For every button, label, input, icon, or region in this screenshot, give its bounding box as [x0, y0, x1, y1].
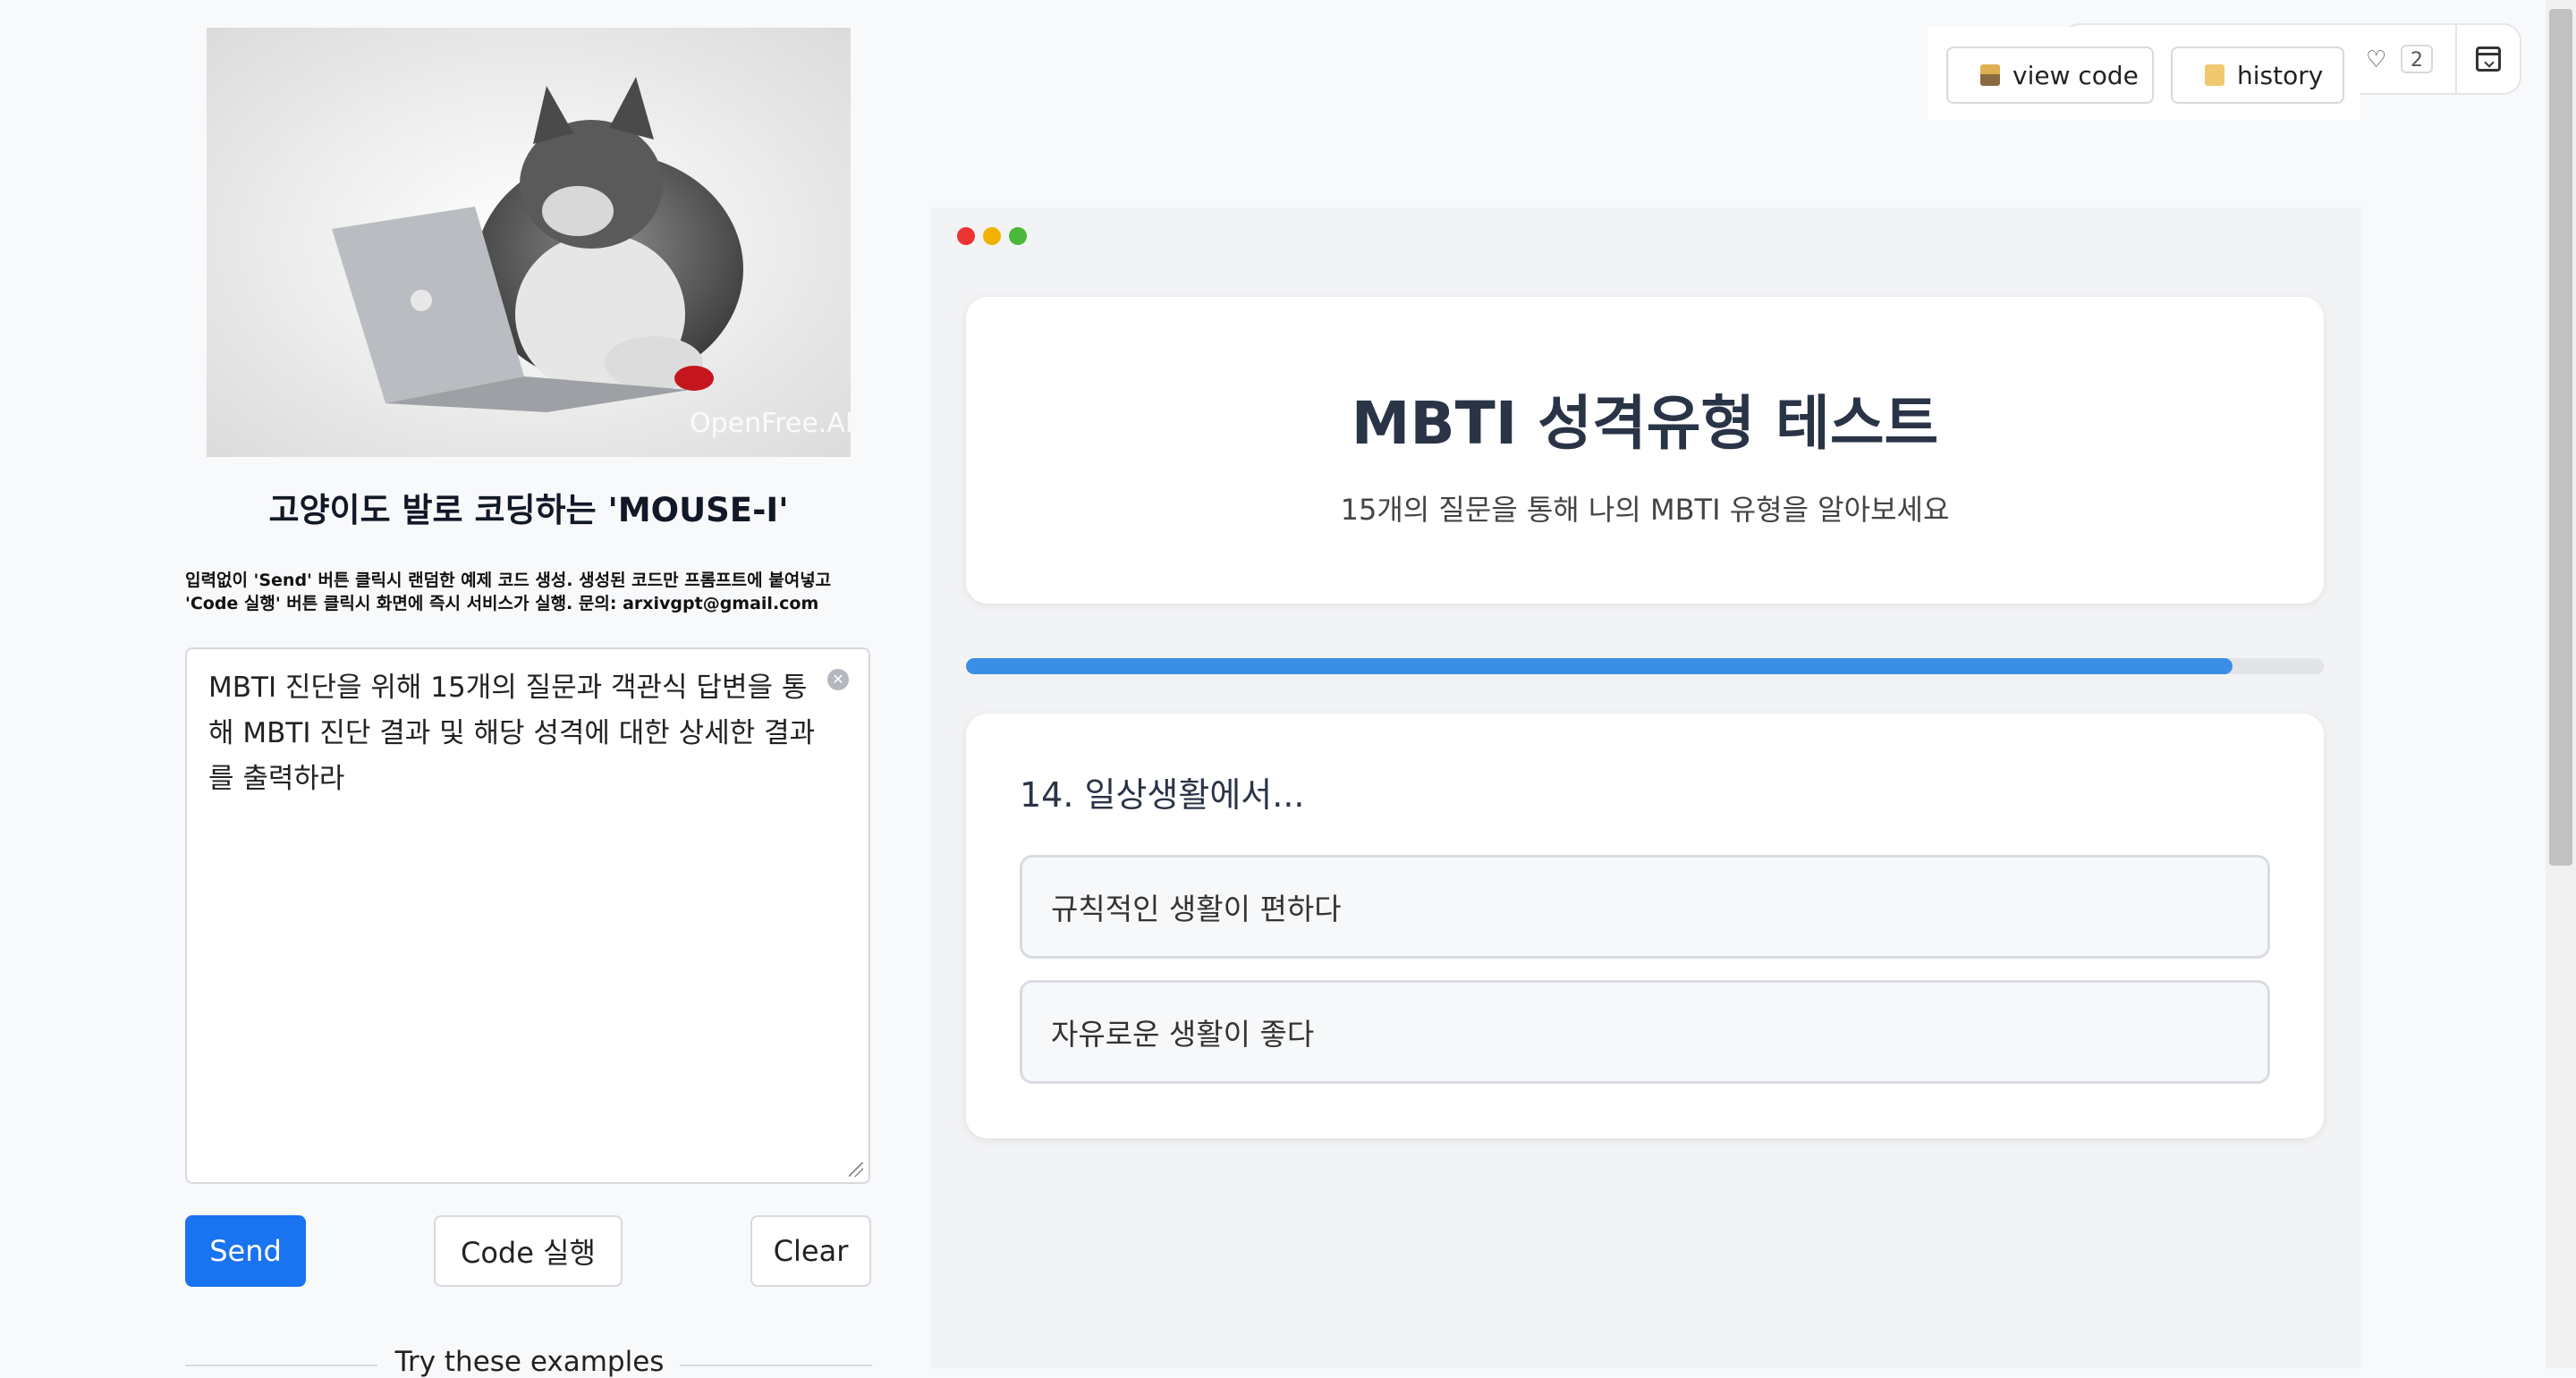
prompt-text[interactable]: MBTI 진단을 위해 15개의 질문과 객관식 답변을 통해 MBTI 진단 …	[208, 665, 826, 802]
clear-button[interactable]: Clear	[750, 1215, 871, 1287]
app-title: 고양이도 발로 코딩하는 'MOUSE-I'	[268, 491, 789, 529]
clear-input-icon[interactable]: ✕	[827, 669, 849, 690]
answer-option[interactable]: 규칙적인 생활이 편하다	[1020, 855, 2270, 959]
history-label: history	[2237, 60, 2324, 90]
test-subtitle: 15개의 질문을 통해 나의 MBTI 유형을 알아보세요	[1340, 493, 1950, 527]
view-code-label: view code	[2012, 60, 2139, 90]
window-minimize-dot	[983, 227, 1001, 245]
question-text: 14. 일상생활에서...	[1020, 775, 1305, 815]
history-button[interactable]: history	[2171, 46, 2344, 104]
scrollbar-thumb[interactable]	[2549, 9, 2572, 866]
run-code-button[interactable]: Code 실행	[434, 1215, 623, 1287]
question-card: 14. 일상생활에서... 규칙적인 생활이 편하다 자유로운 생활이 좋다	[966, 714, 2324, 1138]
window-close-dot	[957, 227, 975, 245]
watermark-text: OpenFree.AI	[690, 408, 851, 439]
test-title: MBTI 성격유형 테스트	[1351, 389, 1939, 458]
answer-option[interactable]: 자유로운 생활이 좋다	[1020, 980, 2270, 1084]
view-code-button[interactable]: view code	[1946, 46, 2154, 104]
app-description: 입력없이 'Send' 버튼 클릭시 랜덤한 예제 코드 생성. 생성된 코드만…	[185, 571, 832, 613]
collapse-icon[interactable]	[2476, 46, 2501, 72]
hero-image: OpenFree.AI	[207, 28, 851, 457]
like-count: 2	[2401, 45, 2433, 73]
scroll-icon	[2205, 64, 2224, 86]
resize-handle-icon[interactable]	[849, 1162, 863, 1177]
send-button[interactable]: Send	[185, 1215, 306, 1287]
progress-bar	[966, 658, 2324, 674]
window-maximize-dot	[1009, 227, 1027, 245]
person-icon	[1980, 64, 2000, 86]
examples-label: Try these examples	[394, 1346, 665, 1378]
header-card: MBTI 성격유형 테스트 15개의 질문을 통해 나의 MBTI 유형을 알아…	[966, 297, 2324, 604]
progress-fill	[966, 658, 2233, 674]
heart-icon[interactable]: ♡	[2366, 46, 2386, 73]
prompt-textarea[interactable]: MBTI 진단을 위해 15개의 질문과 객관식 답변을 통해 MBTI 진단 …	[185, 647, 870, 1184]
toolbar-divider	[2455, 23, 2457, 95]
